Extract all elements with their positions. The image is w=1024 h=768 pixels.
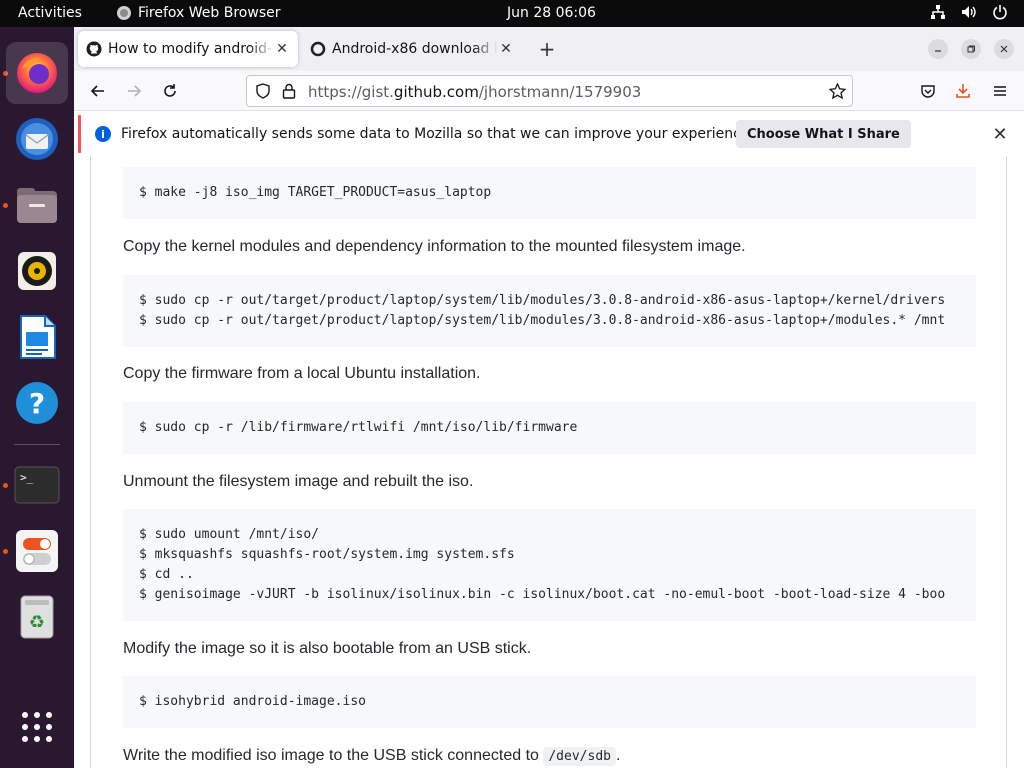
activities-button[interactable]: Activities xyxy=(18,5,82,21)
close-icon xyxy=(1000,45,1008,53)
minimize-icon xyxy=(935,50,941,52)
svg-text:♻: ♻ xyxy=(29,612,45,633)
terminal-icon: >_ xyxy=(14,466,60,504)
power-icon xyxy=(993,5,1007,20)
clock[interactable]: Jun 28 06:06 xyxy=(507,5,596,21)
inline-code: /dev/sdb xyxy=(543,747,616,766)
dock-settings[interactable] xyxy=(6,520,68,582)
firefox-small-icon xyxy=(117,6,131,20)
restore-icon xyxy=(967,45,975,53)
choose-what-i-share-button[interactable]: Choose What I Share xyxy=(736,120,911,148)
code-block: $ sudo cp -r /lib/firmware/rtlwifi /mnt/… xyxy=(123,402,976,454)
navigation-toolbar: https://gist.github.com/jhorstmann/15799… xyxy=(74,71,1024,111)
reload-button[interactable] xyxy=(158,79,182,103)
dock-trash[interactable]: ♻ xyxy=(6,586,68,648)
hamburger-menu-icon xyxy=(994,86,1006,96)
dock-thunderbird[interactable] xyxy=(6,108,68,170)
app-name: Firefox Web Browser xyxy=(138,5,281,21)
bookmark-star-icon[interactable] xyxy=(829,83,846,100)
info-icon: i xyxy=(95,126,111,142)
tab-close-icon[interactable]: ✕ xyxy=(498,41,514,57)
paragraph: Copy the firmware from a local Ubuntu in… xyxy=(123,365,481,382)
downloads-button[interactable] xyxy=(951,79,975,103)
lock-icon[interactable] xyxy=(282,83,296,99)
app-grid-icon xyxy=(22,712,52,742)
dock-firefox[interactable] xyxy=(6,42,68,104)
url-text[interactable]: https://gist.github.com/jhorstmann/15799… xyxy=(308,83,641,101)
thunderbird-icon xyxy=(16,118,58,160)
github-icon xyxy=(86,41,102,57)
paragraph: Write the modified iso image to the USB … xyxy=(123,747,621,766)
help-icon: ? xyxy=(16,382,58,424)
dock-rhythmbox[interactable] xyxy=(6,240,68,302)
system-top-bar: Activities Firefox Web Browser Jun 28 06… xyxy=(0,0,1024,27)
svg-text:?: ? xyxy=(29,387,45,420)
code-block: $ sudo cp -r out/target/product/laptop/s… xyxy=(123,275,976,347)
back-button[interactable] xyxy=(86,79,110,103)
page-content: $ make -j8 iso_img TARGET_PRODUCT=asus_l… xyxy=(74,156,1024,768)
shield-icon[interactable] xyxy=(255,83,271,99)
minimize-button[interactable] xyxy=(928,39,948,59)
firefox-icon xyxy=(17,53,57,93)
code-block: $ make -j8 iso_img TARGET_PRODUCT=asus_l… xyxy=(123,167,976,219)
dock-help[interactable]: ? xyxy=(6,372,68,434)
tab-android-x86[interactable]: Android-x86 download latest ✕ xyxy=(302,31,522,67)
forward-button[interactable] xyxy=(122,79,146,103)
system-tray[interactable] xyxy=(930,4,1008,20)
reload-icon xyxy=(164,84,176,97)
code-block: $ isohybrid android-image.iso xyxy=(123,676,976,728)
url-bar[interactable]: https://gist.github.com/jhorstmann/15799… xyxy=(246,75,853,107)
dock-separator xyxy=(14,444,60,445)
files-icon xyxy=(17,188,57,223)
close-window-button[interactable] xyxy=(994,39,1014,59)
network-icon xyxy=(931,5,945,19)
pocket-button[interactable] xyxy=(916,79,940,103)
code-block: $ sudo umount /mnt/iso/ $ mksquashfs squ… xyxy=(123,509,976,621)
dock-libreoffice-writer[interactable] xyxy=(6,306,68,368)
maximize-button[interactable] xyxy=(961,39,981,59)
tab-close-icon[interactable]: ✕ xyxy=(274,41,290,57)
dock-terminal[interactable]: >_ xyxy=(6,454,68,516)
rhythmbox-icon xyxy=(18,252,56,290)
tab-bar: How to modify android-x86 ✕ Android-x86 … xyxy=(74,27,1024,71)
download-icon xyxy=(956,84,970,98)
dock: ? >_ ♻ xyxy=(0,27,74,768)
paragraph: Unmount the filesystem image and rebuilt… xyxy=(123,473,474,490)
paragraph-text: Write the modified iso image to the USB … xyxy=(123,747,539,764)
notification-message: Firefox automatically sends some data to… xyxy=(121,126,754,142)
svg-text:>_: >_ xyxy=(20,471,34,484)
app-menu[interactable]: Firefox Web Browser xyxy=(116,5,281,21)
paragraph: Modify the image so it is also bootable … xyxy=(123,640,532,657)
paragraph: Copy the kernel modules and dependency i… xyxy=(123,238,746,255)
dock-files[interactable] xyxy=(6,174,68,236)
tab-gist[interactable]: How to modify android-x86 ✕ xyxy=(78,31,298,67)
writer-icon xyxy=(20,315,56,359)
trash-icon: ♻ xyxy=(20,595,54,639)
tab-title: Android-x86 download latest xyxy=(332,41,498,57)
paragraph-end: . xyxy=(615,747,621,764)
site-icon xyxy=(310,41,326,57)
dock-show-apps[interactable] xyxy=(6,696,68,758)
notification-bar: i Firefox automatically sends some data … xyxy=(78,115,1020,153)
pocket-icon xyxy=(921,85,935,98)
forward-arrow-icon xyxy=(128,85,142,97)
new-tab-button[interactable]: + xyxy=(534,36,560,62)
back-arrow-icon xyxy=(90,85,104,97)
close-notification-icon[interactable]: ✕ xyxy=(990,124,1010,145)
volume-icon xyxy=(962,6,976,18)
settings-icon xyxy=(16,530,58,572)
tab-title: How to modify android-x86 xyxy=(108,41,274,57)
firefox-window: How to modify android-x86 ✕ Android-x86 … xyxy=(74,27,1024,768)
app-menu-button[interactable] xyxy=(988,79,1012,103)
